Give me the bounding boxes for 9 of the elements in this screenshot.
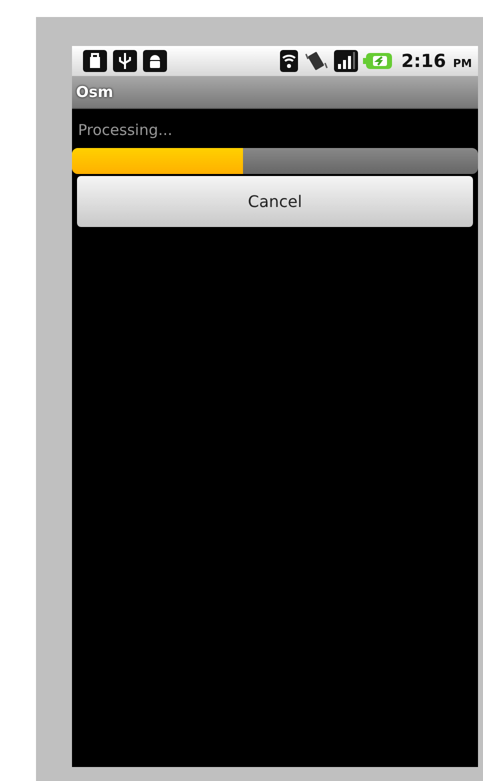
- usb-icon: [112, 49, 138, 73]
- status-ampm: PM: [452, 56, 472, 70]
- cancel-button[interactable]: Cancel: [77, 176, 473, 227]
- wifi-icon: [279, 49, 300, 73]
- status-time: 2:16: [401, 50, 446, 72]
- signal-icon: [333, 49, 360, 73]
- vibrate-phone-icon: [303, 49, 330, 73]
- app-title: Osm: [76, 83, 114, 101]
- progress-message: Processing...: [78, 121, 174, 139]
